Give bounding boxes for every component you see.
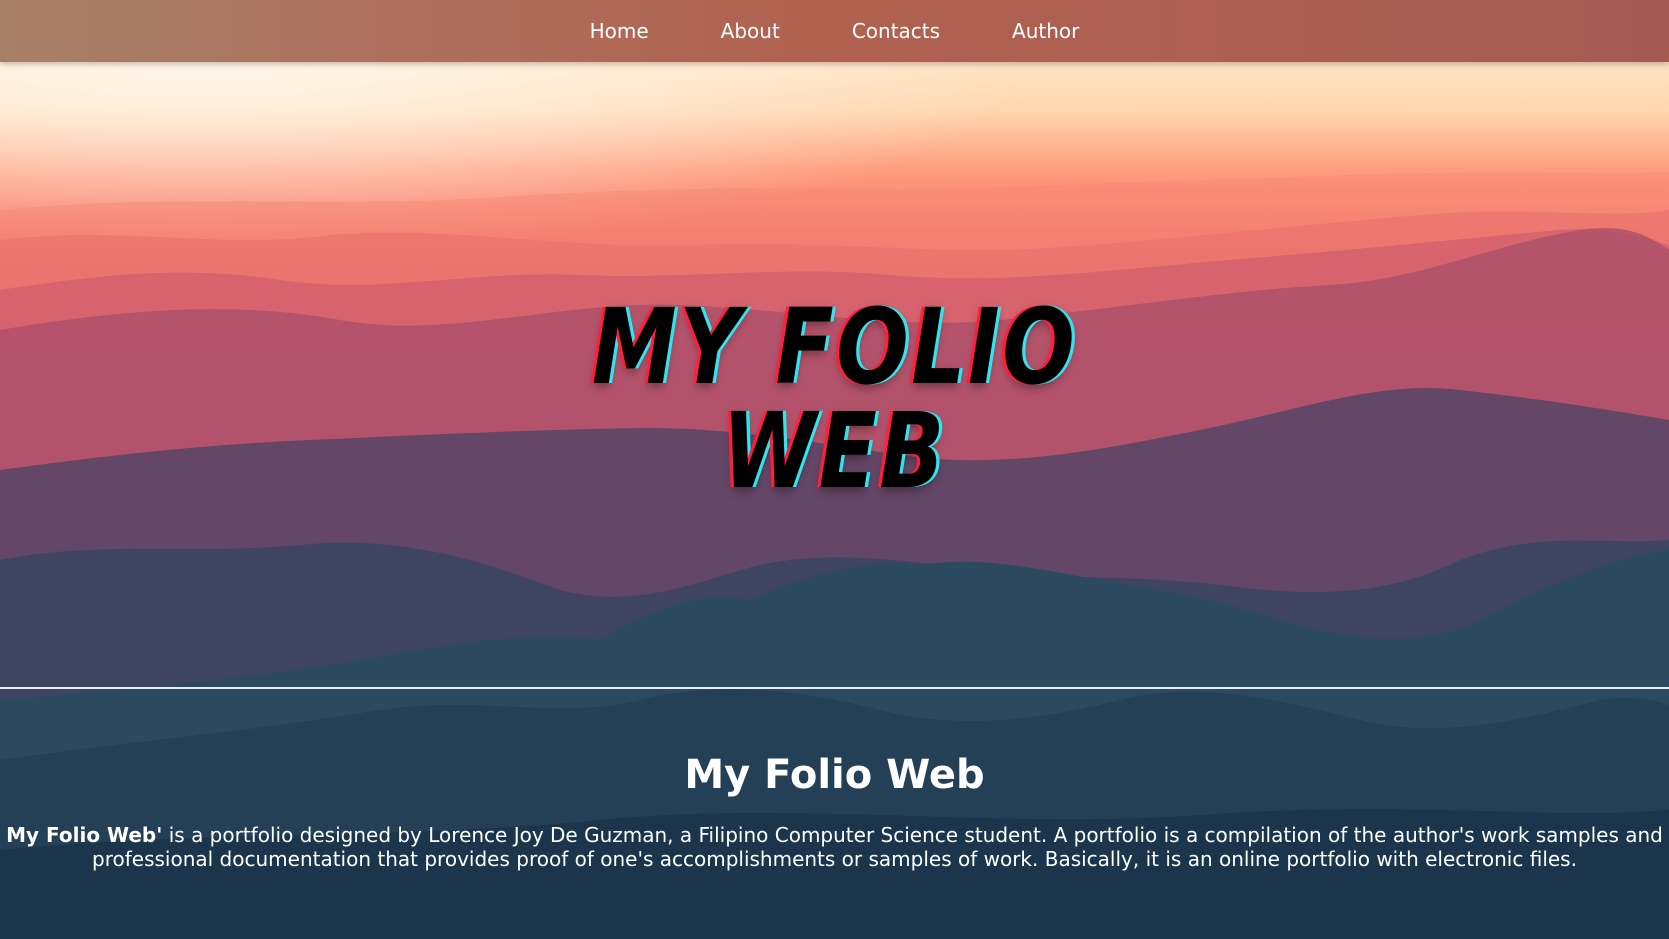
about-description-text: is a portfolio designed by Lorence Joy D…: [92, 823, 1663, 871]
hero-title-line-2: WEB: [722, 390, 947, 512]
section-divider: [0, 687, 1669, 689]
page: Home About Contacts Author MY FOLIO WEB …: [0, 0, 1669, 939]
nav-link-home[interactable]: Home: [590, 19, 649, 43]
hero-title: MY FOLIO WEB: [150, 295, 1519, 503]
nav-link-about[interactable]: About: [721, 19, 780, 43]
nav-link-contacts[interactable]: Contacts: [852, 19, 940, 43]
hero-title-line-1: MY FOLIO: [591, 286, 1078, 408]
nav-link-author[interactable]: Author: [1012, 19, 1079, 43]
about-section-title: My Folio Web: [684, 752, 985, 798]
top-navigation-bar: Home About Contacts Author: [0, 0, 1669, 62]
about-description-bold: My Folio Web': [6, 823, 163, 847]
about-section-description: My Folio Web' is a portfolio designed by…: [0, 823, 1669, 871]
